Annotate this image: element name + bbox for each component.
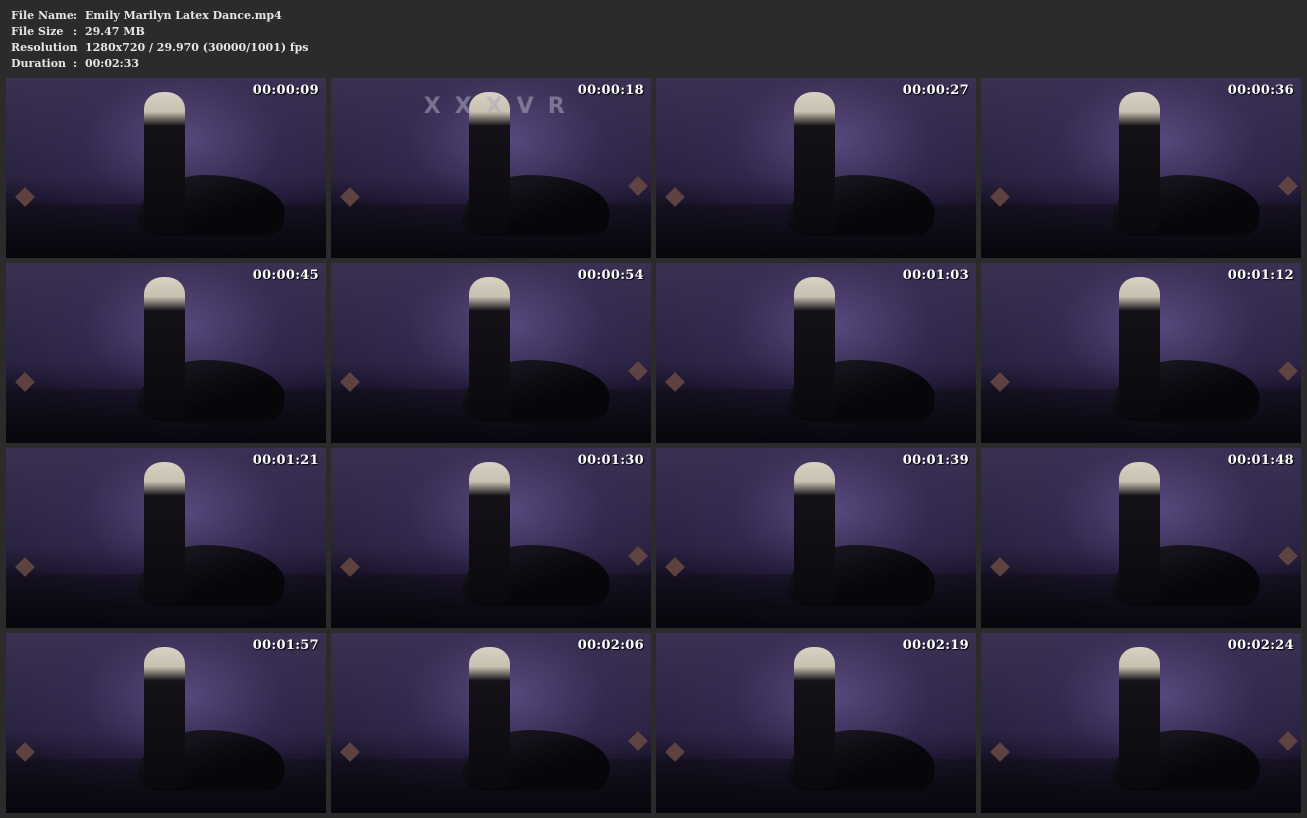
thumbnail-timestamp: 00:01:12 (1227, 268, 1294, 283)
thumbnail-timestamp: 00:01:03 (902, 268, 969, 283)
performer-figure (1118, 462, 1161, 603)
video-thumbnail[interactable]: 00:00:54 (331, 263, 651, 443)
performer-figure (1118, 277, 1161, 418)
thumbnail-grid: 00:00:09 XXXVR 00:00:18 00:00:27 00:00:36 00:… (6, 78, 1301, 813)
video-thumbnail[interactable]: 00:00:27 (656, 78, 976, 258)
video-thumbnail[interactable]: 00:02:06 (331, 633, 651, 813)
video-thumbnail[interactable]: 00:00:45 (6, 263, 326, 443)
video-thumbnail[interactable]: 00:00:09 (6, 78, 326, 258)
file-size-row: File Size : 29.47 MB (11, 24, 309, 40)
performer-figure (143, 92, 186, 233)
stage-light-diamond (1278, 360, 1298, 381)
thumbnail-timestamp: 00:01:48 (1227, 453, 1294, 468)
thumbnail-timestamp: 00:02:24 (1227, 638, 1294, 653)
thumbnail-timestamp: 00:00:09 (252, 83, 319, 98)
performer-figure (793, 647, 836, 788)
performer-figure (468, 277, 511, 418)
thumbnail-timestamp: 00:01:21 (252, 453, 319, 468)
stage-light-diamond (1278, 730, 1298, 751)
video-thumbnail[interactable]: 00:02:24 (981, 633, 1301, 813)
stage-light-diamond (628, 545, 648, 566)
duration-label: Duration (11, 57, 67, 70)
thumbnail-timestamp: 00:02:19 (902, 638, 969, 653)
file-size-label: File Size (11, 25, 64, 38)
video-thumbnail[interactable]: 00:01:21 (6, 448, 326, 628)
video-thumbnail[interactable]: 00:01:12 (981, 263, 1301, 443)
duration-row: Duration : 00:02:33 (11, 56, 309, 72)
duration-value: 00:02:33 (85, 57, 140, 70)
separator: : (73, 25, 78, 38)
stage-light-diamond (628, 730, 648, 751)
performer-figure (1118, 647, 1161, 788)
performer-figure (143, 462, 186, 603)
thumbnail-timestamp: 00:00:54 (577, 268, 644, 283)
resolution-row: Resolution : 1280x720 / 29.970 (30000/10… (11, 40, 309, 56)
stage-light-diamond (1278, 545, 1298, 566)
stage-light-diamond (628, 360, 648, 381)
video-thumbnail[interactable]: 00:01:48 (981, 448, 1301, 628)
performer-figure (143, 277, 186, 418)
video-thumbnail[interactable]: 00:01:03 (656, 263, 976, 443)
stage-light-diamond (628, 175, 648, 196)
thumbnail-timestamp: 00:00:45 (252, 268, 319, 283)
file-info-panel: File Name : Emily Marilyn Latex Dance.mp… (11, 8, 309, 72)
performer-figure (468, 647, 511, 788)
video-thumbnail[interactable]: 00:01:57 (6, 633, 326, 813)
performer-figure (468, 462, 511, 603)
thumbnail-timestamp: 00:00:27 (902, 83, 969, 98)
performer-figure (1118, 92, 1161, 233)
file-name-value: Emily Marilyn Latex Dance.mp4 (85, 9, 282, 22)
video-thumbnail[interactable]: 00:00:36 (981, 78, 1301, 258)
video-thumbnail[interactable]: 00:01:39 (656, 448, 976, 628)
performer-figure (793, 92, 836, 233)
file-name-label: File Name (11, 9, 74, 22)
file-name-row: File Name : Emily Marilyn Latex Dance.mp… (11, 8, 309, 24)
resolution-label: Resolution (11, 41, 78, 54)
thumbnail-timestamp: 00:00:18 (577, 83, 644, 98)
performer-figure (793, 462, 836, 603)
performer-figure (793, 277, 836, 418)
video-thumbnail[interactable]: 00:01:30 (331, 448, 651, 628)
separator: : (73, 57, 78, 70)
thumbnail-timestamp: 00:01:57 (252, 638, 319, 653)
thumbnail-timestamp: 00:00:36 (1227, 83, 1294, 98)
file-size-value: 29.47 MB (85, 25, 145, 38)
resolution-value: 1280x720 / 29.970 (30000/1001) fps (85, 41, 309, 54)
separator: : (73, 41, 78, 54)
watermark-text: XXXVR (423, 94, 579, 120)
video-thumbnail[interactable]: 00:02:19 (656, 633, 976, 813)
thumbnail-timestamp: 00:01:39 (902, 453, 969, 468)
thumbnail-timestamp: 00:02:06 (577, 638, 644, 653)
stage-light-diamond (1278, 175, 1298, 196)
performer-figure (143, 647, 186, 788)
separator: : (73, 9, 78, 22)
video-thumbnail[interactable]: XXXVR 00:00:18 (331, 78, 651, 258)
thumbnail-timestamp: 00:01:30 (577, 453, 644, 468)
